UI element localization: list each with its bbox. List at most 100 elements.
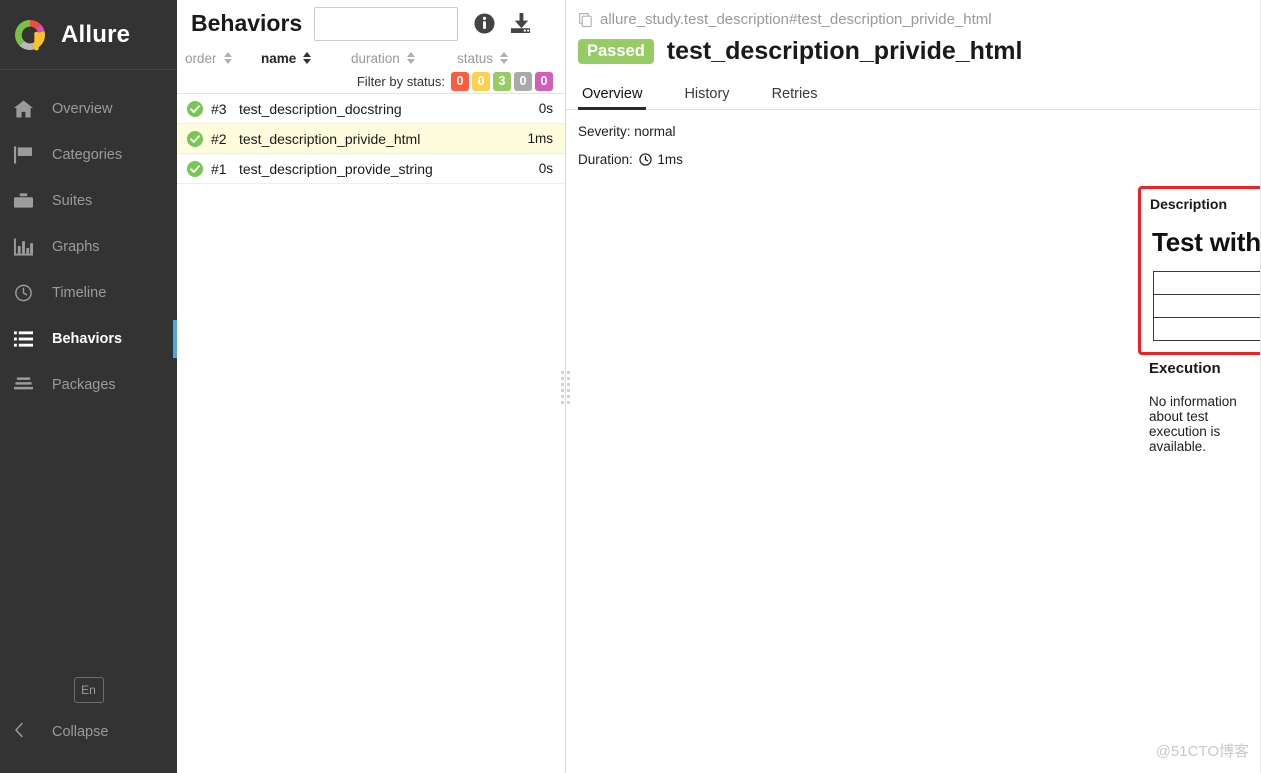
row-duration: 0s xyxy=(538,161,553,176)
watermark: @51CTO博客 xyxy=(1155,743,1249,760)
sidebar-item-label: Packages xyxy=(52,377,116,393)
sidebar-item-behaviors[interactable]: Behaviors xyxy=(0,316,182,362)
status-badge-unknown[interactable]: 0 xyxy=(535,71,553,91)
list-header-actions xyxy=(474,13,532,34)
tab-overview[interactable]: Overview xyxy=(578,86,647,110)
passed-check-icon xyxy=(187,160,211,177)
chevron-left-icon xyxy=(14,722,44,743)
pane-resize-handle[interactable] xyxy=(560,365,570,409)
test-title-row: Passed test_description_privide_html xyxy=(566,28,1261,66)
sort-column-status[interactable]: status xyxy=(457,50,509,66)
sort-column-name[interactable]: name xyxy=(261,51,351,66)
table-row: nicole 29 女 xyxy=(1153,317,1261,341)
row-duration: 0s xyxy=(538,101,553,116)
table-row[interactable]: #1 test_description_provide_string 0s xyxy=(177,154,565,184)
sort-label: order xyxy=(185,50,217,66)
sort-arrows-icon xyxy=(223,52,232,64)
brand-header[interactable]: Allure xyxy=(0,0,177,70)
sidebar-item-graphs[interactable]: Graphs xyxy=(0,224,177,270)
description-section-label: Description xyxy=(1150,196,1228,212)
sort-label: name xyxy=(261,50,297,66)
status-badge-passed[interactable]: 3 xyxy=(493,71,511,91)
list-header: Behaviors xyxy=(177,0,565,47)
tab-retries[interactable]: Retries xyxy=(768,86,822,109)
row-duration: 1ms xyxy=(527,131,553,146)
sidebar-nav: Overview Categories Suites Graphs Timeli… xyxy=(0,86,182,408)
sort-bar: order name duration status xyxy=(177,47,565,69)
sidebar-item-label: Overview xyxy=(52,101,113,117)
description-table: Name Age Sex lwjnicole 28 男 nicole 29 女 xyxy=(1153,271,1261,341)
sidebar-item-categories[interactable]: Categories xyxy=(0,132,177,178)
search-input[interactable] xyxy=(314,6,459,41)
execution-section-label: Execution xyxy=(1149,360,1221,377)
table-header-cell: Name xyxy=(1153,271,1261,295)
bar-chart-icon xyxy=(14,238,44,256)
sort-arrows-icon xyxy=(406,52,415,64)
sidebar-item-label: Suites xyxy=(52,193,93,209)
info-icon[interactable] xyxy=(474,13,495,34)
sidebar-item-label: Categories xyxy=(52,147,123,163)
duration-value: 1ms xyxy=(657,152,683,167)
status-badge-failed[interactable]: 0 xyxy=(451,71,469,91)
flag-icon xyxy=(14,146,44,164)
description-highlight-box: Description Test with some complicated h… xyxy=(1138,186,1261,355)
table-cell: nicole xyxy=(1153,317,1261,341)
row-order: #3 xyxy=(211,100,227,117)
sidebar-item-packages[interactable]: Packages xyxy=(0,362,177,408)
sidebar-item-label: Graphs xyxy=(52,239,100,255)
clock-icon xyxy=(14,284,44,302)
briefcase-icon xyxy=(14,192,44,210)
collapse-label: Collapse xyxy=(52,724,109,740)
test-detail-pane: allure_study.test_description#test_descr… xyxy=(566,0,1261,773)
sort-column-duration[interactable]: duration xyxy=(351,51,457,66)
table-row[interactable]: #2 test_description_privide_html 1ms xyxy=(177,124,565,154)
page-title: test_description_privide_html xyxy=(666,37,1023,65)
tab-history[interactable]: History xyxy=(680,86,733,109)
duration-label: Duration: xyxy=(578,152,633,167)
status-badge-broken[interactable]: 0 xyxy=(472,71,490,91)
sort-label: duration xyxy=(351,50,400,66)
test-result-list: #3 test_description_docstring 0s #2 test… xyxy=(177,93,565,184)
copy-icon[interactable] xyxy=(578,12,594,28)
sidebar-item-label: Behaviors xyxy=(52,331,123,347)
severity-text: Severity: normal xyxy=(578,124,676,139)
allure-donut-logo xyxy=(11,16,49,54)
collapse-button[interactable]: Collapse xyxy=(0,717,177,747)
brand-name: Allure xyxy=(61,20,131,48)
table-cell: lwjnicole xyxy=(1153,294,1261,318)
sort-label: status xyxy=(457,50,494,66)
passed-check-icon xyxy=(187,130,211,147)
language-switcher[interactable]: En xyxy=(73,677,104,703)
detail-tabs: Overview History Retries xyxy=(566,78,1261,110)
table-header-row: Name Age Sex xyxy=(1153,271,1261,295)
page-title: Behaviors xyxy=(191,10,303,36)
status-badge: Passed xyxy=(578,38,654,65)
clock-icon xyxy=(638,153,652,169)
home-icon xyxy=(14,100,44,118)
passed-check-icon xyxy=(187,100,211,117)
row-name: test_description_provide_string xyxy=(239,160,433,177)
sidebar-item-timeline[interactable]: Timeline xyxy=(0,270,177,316)
duration-row: Duration: 1ms xyxy=(578,152,1261,169)
sidebar-item-suites[interactable]: Suites xyxy=(0,178,177,224)
description-heading: Test with some complicated html descript… xyxy=(1152,227,1261,257)
sidebar: Allure Overview Categories Suites Graphs… xyxy=(0,0,182,773)
sidebar-footer: En Collapse xyxy=(0,677,177,773)
breadcrumb[interactable]: allure_study.test_description#test_descr… xyxy=(566,0,1261,28)
behaviors-list-pane: Behaviors order name duration status Fil… xyxy=(177,0,570,773)
table-row[interactable]: #3 test_description_docstring 0s xyxy=(177,94,565,124)
sidebar-item-label: Timeline xyxy=(52,285,107,301)
list-icon xyxy=(14,330,44,348)
status-badge-skipped[interactable]: 0 xyxy=(514,71,532,91)
sidebar-item-overview[interactable]: Overview xyxy=(0,86,177,132)
sort-arrows-icon xyxy=(500,52,509,64)
filter-by-status-label: Filter by status: xyxy=(356,73,445,89)
filter-by-status-row: Filter by status: 0 0 3 0 0 xyxy=(177,69,565,93)
breadcrumb-text: allure_study.test_description#test_descr… xyxy=(600,11,992,28)
row-name: test_description_docstring xyxy=(239,100,402,117)
download-icon[interactable] xyxy=(509,13,532,34)
sort-column-order[interactable]: order xyxy=(185,51,261,66)
test-meta: Severity: normal Duration: 1ms xyxy=(566,110,1261,169)
table-row: lwjnicole 28 男 xyxy=(1153,294,1261,318)
layers-icon xyxy=(14,376,44,394)
